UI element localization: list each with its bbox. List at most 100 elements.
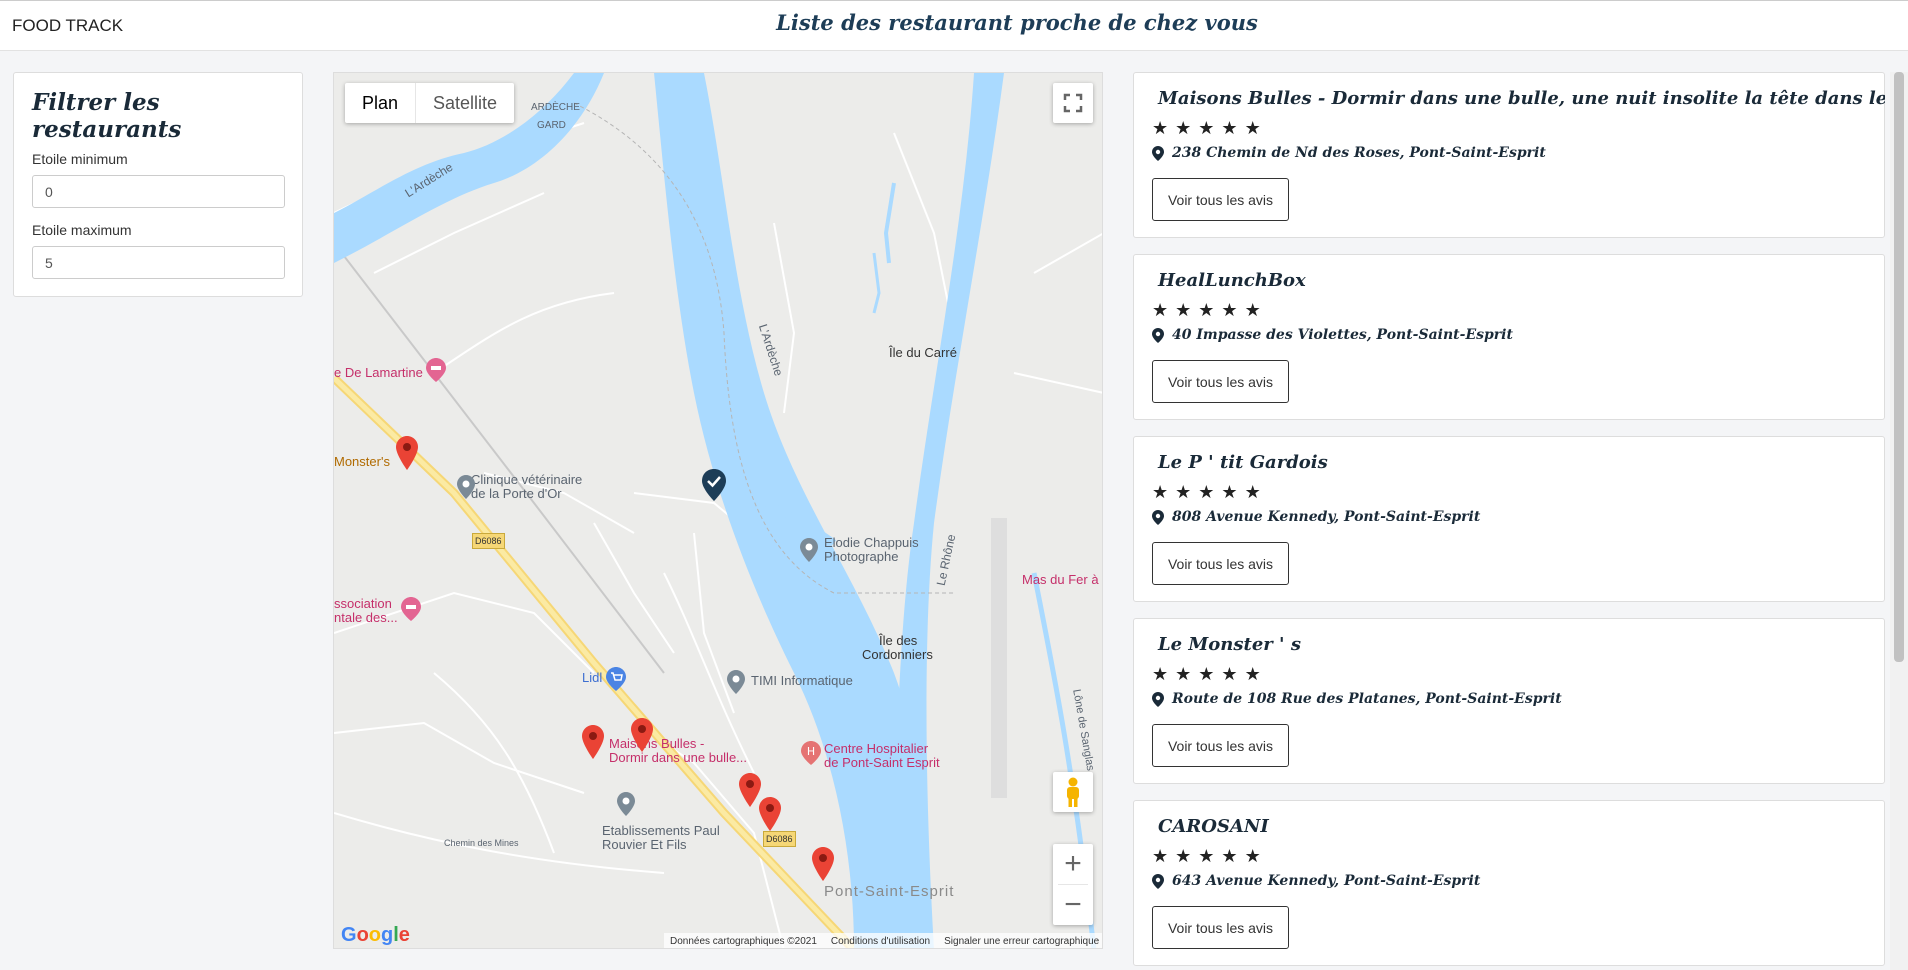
google-map[interactable]: Plan Satellite + − ARDÈCHE GARD L'Ardèch… <box>333 72 1103 949</box>
restaurant-pin-carosani[interactable] <box>759 797 781 831</box>
restaurant-name: Le P ' tit Gardois <box>1158 452 1328 473</box>
restaurant-card: CAROSANI ★ ★ ★ ★ ★ 643 Avenue Kennedy, Pont-… <box>1133 800 1885 966</box>
star-icon: ★ <box>1175 300 1192 320</box>
star-rating: ★ ★ ★ ★ ★ <box>1152 665 1261 683</box>
map-label-elodie-1: Elodie Chappuis <box>824 535 919 550</box>
view-reviews-button[interactable]: Voir tous les avis <box>1152 906 1289 949</box>
map-label-association-1: ssociation <box>334 596 392 611</box>
map-terrain <box>334 73 1102 948</box>
street-view-pegman[interactable] <box>1053 772 1093 812</box>
view-reviews-button[interactable]: Voir tous les avis <box>1152 724 1289 767</box>
photographer-poi-icon[interactable] <box>800 538 818 562</box>
map-label-centre-1: Centre Hospitalier <box>824 741 929 756</box>
map-label-ile-du-carre: Île du Carré <box>889 345 957 360</box>
restaurant-list: Maisons Bulles - Dormir dans une bulle, … <box>1133 72 1885 970</box>
star-icon: ★ <box>1221 846 1238 866</box>
star-icon: ★ <box>1244 664 1261 684</box>
star-icon: ★ <box>1198 118 1215 138</box>
restaurant-card: Le P ' tit Gardois ★ ★ ★ ★ ★ 808 Avenue Kenn… <box>1133 436 1885 602</box>
restaurant-address: 238 Chemin de Nd des Roses, Pont-Saint-E… <box>1172 145 1546 161</box>
map-label-ile-cordonniers-1: Île des <box>879 633 918 648</box>
star-icon: ★ <box>1152 118 1169 138</box>
star-icon: ★ <box>1198 482 1215 502</box>
view-reviews-button[interactable]: Voir tous les avis <box>1152 360 1289 403</box>
restaurant-address: 808 Avenue Kennedy, Pont-Saint-Esprit <box>1172 509 1481 525</box>
map-label-pont-saint-esprit: Pont-Saint-Esprit <box>824 883 955 900</box>
svg-text:H: H <box>807 745 815 758</box>
star-icon: ★ <box>1198 846 1215 866</box>
restaurant-address-row: 238 Chemin de Nd des Roses, Pont-Saint-E… <box>1152 145 1546 161</box>
min-stars-input[interactable] <box>32 175 285 208</box>
lidl-shop-icon[interactable] <box>606 667 626 691</box>
zoom-out-button[interactable]: − <box>1053 885 1093 925</box>
restaurant-pin-heallunchbox[interactable] <box>812 847 834 881</box>
zoom-in-button[interactable]: + <box>1053 844 1093 884</box>
map-type-control: Plan Satellite <box>345 83 515 123</box>
restaurant-address: 643 Avenue Kennedy, Pont-Saint-Esprit <box>1172 873 1481 889</box>
map-terms-link[interactable]: Conditions d'utilisation <box>831 936 930 947</box>
scrollbar-thumb[interactable] <box>1894 72 1904 662</box>
timi-poi-icon[interactable] <box>727 670 745 694</box>
restaurant-address-row: Route de 108 Rue des Platanes, Pont-Sain… <box>1152 691 1562 707</box>
map-label-ardeche: ARDÈCHE <box>531 102 580 113</box>
restaurant-name: HealLunchBox <box>1158 270 1306 291</box>
filter-title: Filtrer les restaurants <box>32 89 182 143</box>
map-label-clinique-1: Clinique vétérinaire <box>471 472 583 487</box>
filter-panel: Filtrer les restaurants Etoile minimum E… <box>13 72 303 297</box>
map-label-centre-2: de Pont-Saint Esprit <box>824 755 940 770</box>
star-icon: ★ <box>1221 118 1238 138</box>
star-rating: ★ ★ ★ ★ ★ <box>1152 847 1261 865</box>
star-icon: ★ <box>1152 482 1169 502</box>
restaurant-card: Le Monster ' s ★ ★ ★ ★ ★ Route de 108 Rue de… <box>1133 618 1885 784</box>
star-icon: ★ <box>1244 482 1261 502</box>
star-icon: ★ <box>1152 300 1169 320</box>
restaurant-pin-maisons-b[interactable] <box>631 718 653 752</box>
restaurant-pin-maisons-a[interactable] <box>582 725 604 759</box>
star-icon: ★ <box>1175 118 1192 138</box>
map-type-satellite-button[interactable]: Satellite <box>416 83 514 123</box>
map-label-monsters: Monster's <box>334 454 390 469</box>
view-reviews-button[interactable]: Voir tous les avis <box>1152 178 1289 221</box>
map-label-maisons-2: Dormir dans une bulle... <box>609 750 748 765</box>
star-icon: ★ <box>1152 846 1169 866</box>
map-label-association-2: ntale des... <box>334 610 398 625</box>
map-label-d6086: D6086 <box>472 533 505 549</box>
list-scrollbar[interactable] <box>1890 72 1908 970</box>
restaurant-name: Maisons Bulles - Dormir dans une bulle, … <box>1158 88 1885 109</box>
hospital-poi-icon[interactable]: H <box>801 741 821 765</box>
pegman-icon <box>1067 777 1079 807</box>
map-report-error-link[interactable]: Signaler une erreur cartographique <box>944 936 1099 947</box>
restaurant-pin-gardois[interactable] <box>739 773 761 807</box>
star-rating: ★ ★ ★ ★ ★ <box>1152 483 1261 501</box>
map-label-ile-cordonniers-2: Cordonniers <box>862 647 933 662</box>
restaurant-pin-monsters[interactable] <box>396 436 418 470</box>
map-label-etab-1: Etablissements Paul <box>602 823 720 838</box>
association-hotel-icon[interactable] <box>401 597 421 621</box>
fullscreen-icon <box>1063 93 1083 113</box>
max-stars-input[interactable] <box>32 246 285 279</box>
star-icon: ★ <box>1221 300 1238 320</box>
map-attribution-bar: Données cartographiques ©2021 Conditions… <box>664 933 1102 948</box>
map-marker-icon <box>1152 327 1164 343</box>
star-icon: ★ <box>1152 664 1169 684</box>
clinic-poi-icon[interactable] <box>457 475 475 499</box>
etab-poi-icon[interactable] <box>617 792 635 816</box>
view-reviews-button[interactable]: Voir tous les avis <box>1152 542 1289 585</box>
page-title: Liste des restaurant proche de chez vous <box>776 10 1258 35</box>
map-type-plan-button[interactable]: Plan <box>345 83 417 123</box>
star-icon: ★ <box>1175 846 1192 866</box>
star-icon: ★ <box>1244 300 1261 320</box>
google-logo[interactable]: Google <box>341 924 410 947</box>
star-rating: ★ ★ ★ ★ ★ <box>1152 301 1261 319</box>
map-marker-icon <box>1152 145 1164 161</box>
user-location-marker-icon[interactable] <box>702 469 726 501</box>
restaurant-name: CAROSANI <box>1158 816 1269 837</box>
restaurant-address: 40 Impasse des Violettes, Pont-Saint-Esp… <box>1172 327 1513 343</box>
top-navbar: FOOD TRACK Liste des restaurant proche d… <box>0 0 1908 51</box>
lamartine-hotel-icon[interactable] <box>426 358 446 382</box>
star-icon: ★ <box>1175 664 1192 684</box>
fullscreen-button[interactable] <box>1053 83 1093 123</box>
map-marker-icon <box>1152 873 1164 889</box>
map-label-maisons-1: Maisons Bulles - <box>609 736 705 751</box>
restaurant-address-row: 643 Avenue Kennedy, Pont-Saint-Esprit <box>1152 873 1480 889</box>
